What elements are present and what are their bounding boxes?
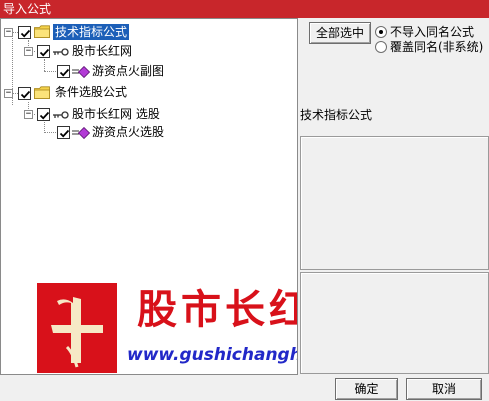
folder-icon: [34, 25, 50, 38]
checkmark-icon: [20, 29, 31, 38]
node-checkbox[interactable]: [37, 45, 50, 58]
tree-connector: [44, 132, 56, 133]
window-titlebar: 导入公式: [0, 0, 489, 18]
checkmark-icon: [59, 129, 70, 138]
formula-diamond-icon: [72, 66, 90, 78]
cancel-button[interactable]: 取消: [406, 378, 482, 400]
brand-logo: [37, 283, 117, 373]
detail-box: [300, 272, 489, 374]
window-title: 导入公式: [3, 2, 52, 16]
collapse-toggle-icon[interactable]: −: [24, 110, 33, 119]
options-panel: 全部选中 不导入同名公式 覆盖同名(非系统) 技术指标公式: [298, 18, 489, 375]
ok-button[interactable]: 确定: [335, 378, 398, 400]
radio-button[interactable]: [375, 41, 387, 53]
tree-node-label: 条件选股公式: [55, 85, 128, 99]
dialog-footer: 确定 取消: [0, 375, 489, 401]
select-all-button[interactable]: 全部选中: [309, 22, 371, 44]
formula-diamond-icon: [72, 127, 90, 139]
watermark-brand-text: 股市长红: [137, 286, 298, 333]
node-checkbox[interactable]: [18, 26, 31, 39]
collapse-toggle-icon[interactable]: −: [24, 47, 33, 56]
tree-node-label: 股市长红网: [72, 44, 133, 58]
checkmark-icon: [39, 48, 50, 57]
collapse-toggle-icon[interactable]: −: [4, 28, 13, 37]
radio-selected-dot: [379, 30, 383, 34]
node-checkbox[interactable]: [37, 108, 50, 121]
tree-node-label: 技术指标公式: [53, 24, 130, 40]
node-checkbox[interactable]: [18, 87, 31, 100]
key-icon: [53, 48, 69, 56]
watermark: 股市长红 www.gushichanghong.com: [37, 277, 298, 374]
checkmark-icon: [20, 90, 31, 99]
collapse-toggle-icon[interactable]: −: [4, 89, 13, 98]
tree-connector: [44, 71, 56, 72]
key-icon: [53, 111, 69, 119]
checkmark-icon: [59, 68, 70, 77]
folder-icon: [34, 86, 50, 99]
watermark-url: www.gushichanghong.com: [127, 345, 297, 365]
node-checkbox[interactable]: [57, 126, 70, 139]
radio-label: 不导入同名公式: [390, 25, 475, 39]
tree-connector: [44, 59, 45, 71]
checkmark-icon: [39, 111, 50, 120]
radio-label: 覆盖同名(非系统): [390, 40, 484, 54]
node-checkbox[interactable]: [57, 65, 70, 78]
tree-node-label: 游资点火选股: [92, 125, 165, 139]
description-title: 技术指标公式: [300, 108, 373, 122]
formula-tree[interactable]: − 技术指标公式 − 股市长红网 游资点火副图 − 条件选股公式 − 股市长红网…: [0, 18, 298, 375]
bull-logo-icon: [51, 297, 103, 368]
radio-button[interactable]: [375, 26, 387, 38]
tree-node-label: 游资点火副图: [92, 64, 165, 78]
description-box: [300, 136, 489, 270]
tree-node-label: 股市长红网 选股: [72, 107, 160, 121]
